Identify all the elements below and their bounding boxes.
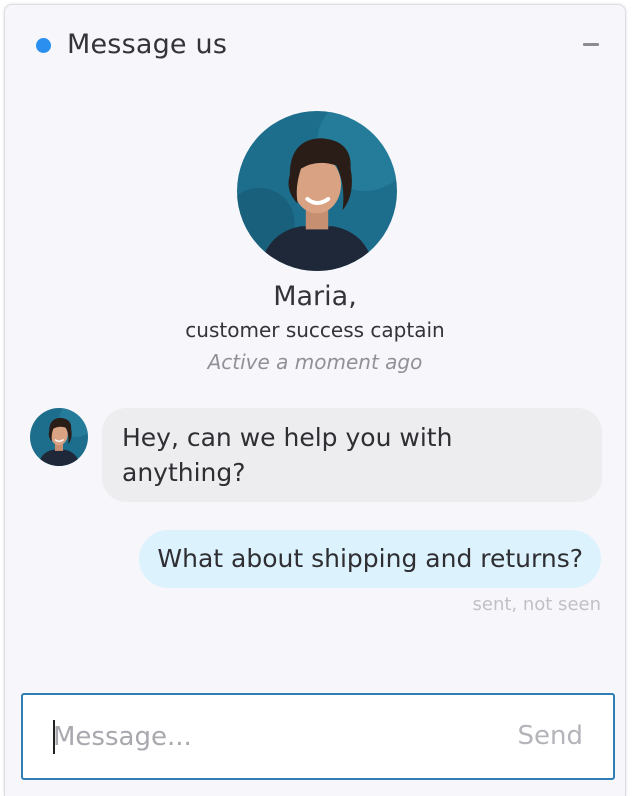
message-input[interactable]	[53, 695, 493, 778]
agent-photo-icon	[237, 111, 397, 271]
chat-header: Message us	[5, 5, 625, 85]
message-composer: Send	[21, 693, 615, 780]
user-message-bubble: What about shipping and returns?	[139, 530, 601, 588]
agent-avatar	[237, 111, 397, 271]
message-delivery-status: sent, not seen	[472, 594, 602, 615]
online-status-icon	[36, 38, 51, 53]
agent-photo-icon	[30, 408, 88, 466]
minimize-icon[interactable]	[583, 43, 599, 46]
chat-widget: Message us Maria, customer success capta…	[4, 4, 626, 796]
agent-role: customer success captain	[185, 318, 445, 342]
agent-message-avatar	[30, 408, 88, 466]
agent-message-bubble: Hey, can we help you with anything?	[102, 408, 602, 502]
agent-name: Maria,	[273, 281, 357, 312]
chat-title: Message us	[67, 29, 228, 60]
agent-activity-status: Active a moment ago	[207, 350, 423, 374]
send-button[interactable]: Send	[518, 695, 583, 778]
